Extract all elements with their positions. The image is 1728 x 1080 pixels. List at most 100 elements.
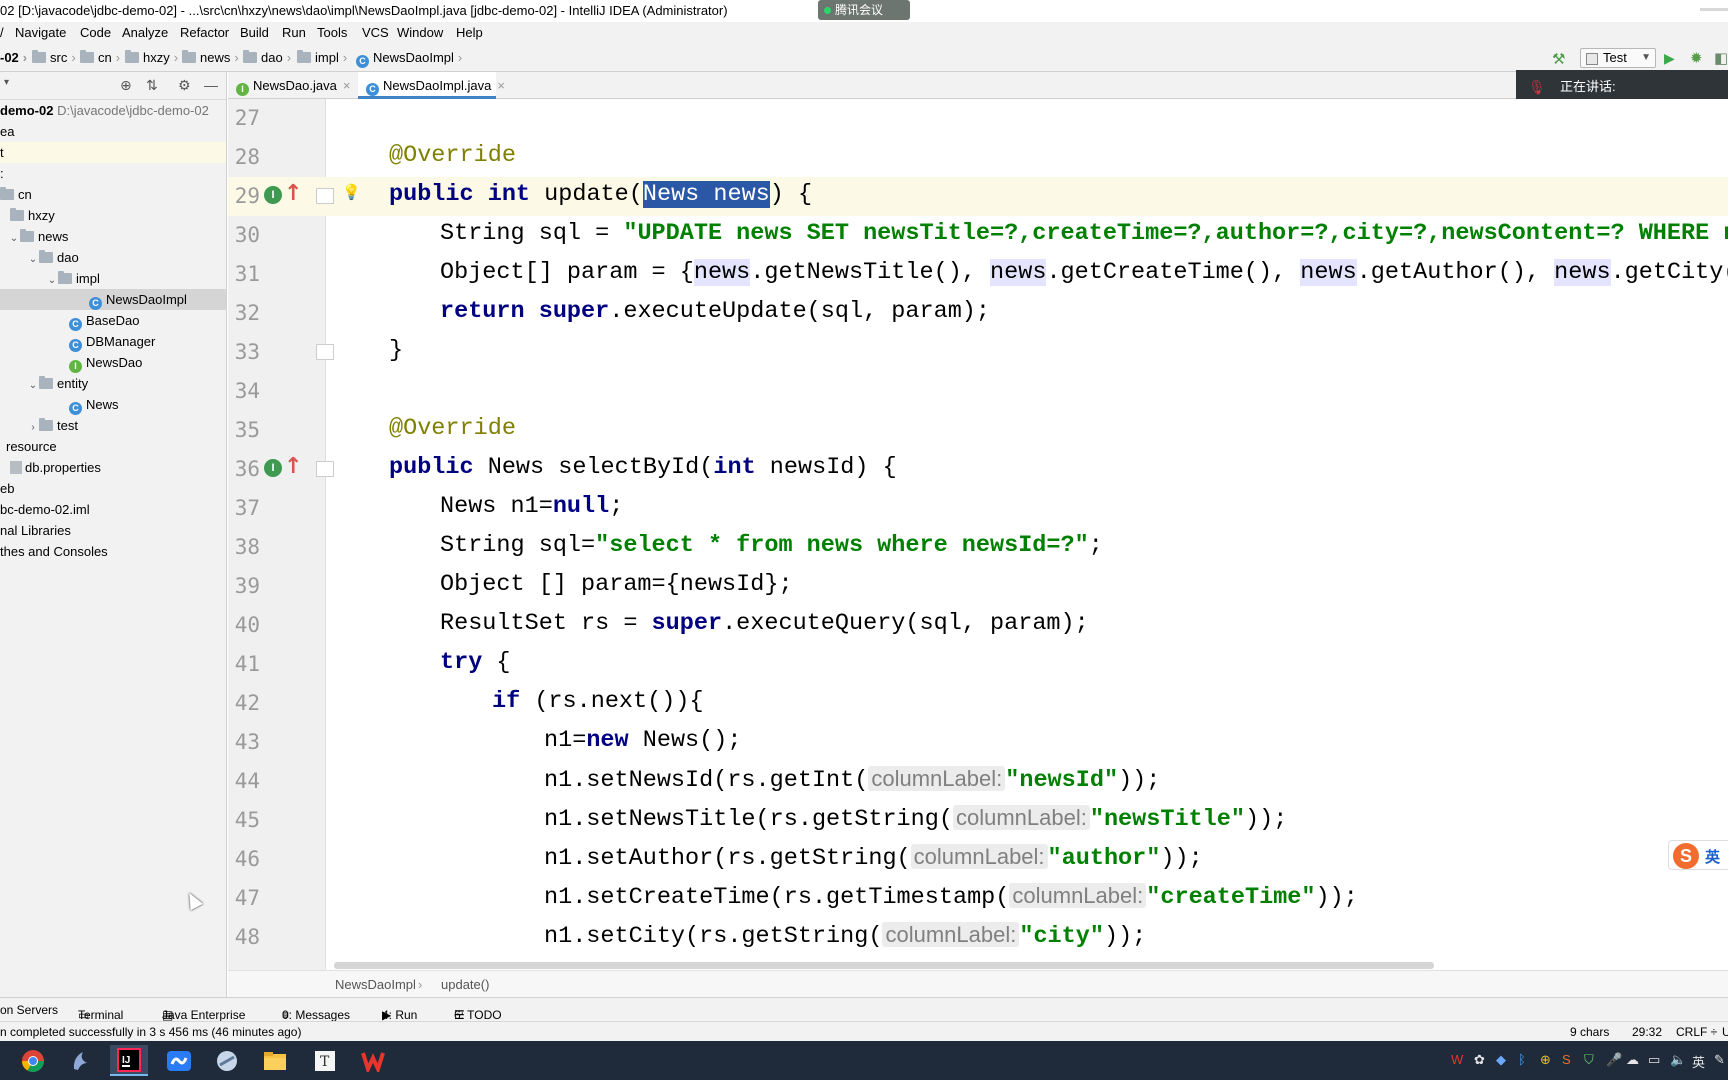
code-line-36[interactable]: 36 I ↑ public News selectById(int newsId) {: [228, 450, 1728, 489]
code-line-43[interactable]: 43 n1=new News();: [228, 723, 1728, 762]
tree-item-iml[interactable]: bc-demo-02.iml: [0, 499, 226, 520]
tree-item-newsdao[interactable]: I NewsDao: [0, 352, 226, 373]
wps-tray-icon[interactable]: W: [1451, 1052, 1463, 1067]
sogou-ime-widget[interactable]: S英: [1668, 840, 1728, 870]
gear-icon[interactable]: ⚙: [178, 77, 191, 94]
menu-tools[interactable]: Tools: [317, 25, 347, 40]
fold-marker-icon[interactable]: [316, 188, 334, 204]
text-editor-icon[interactable]: T: [306, 1045, 344, 1076]
minimize-icon[interactable]: [1700, 8, 1728, 11]
chrome-icon[interactable]: [14, 1045, 52, 1076]
tray-plus-icon[interactable]: ⊕: [1540, 1052, 1551, 1068]
breadcrumb-method[interactable]: update(): [441, 977, 489, 992]
tree-item-impl[interactable]: ⌄ impl: [0, 268, 226, 291]
file-explorer-icon[interactable]: [256, 1045, 294, 1076]
intellij-idea-icon[interactable]: IJ: [110, 1045, 148, 1076]
crumb-newsdaoimpl[interactable]: C NewsDaoImpl ›: [356, 50, 462, 68]
security-shield-icon[interactable]: ⛉: [1584, 1052, 1594, 1068]
code-editor[interactable]: 27 28 @Override 29 I ↑ 💡 public int update(Ne…: [228, 99, 1728, 970]
run-icon[interactable]: ▶: [1664, 50, 1675, 67]
dolphin-app-icon[interactable]: [62, 1045, 100, 1076]
code-line-32[interactable]: 32 return super.executeUpdate(sql, param)…: [228, 294, 1728, 333]
menu-window[interactable]: Window: [397, 25, 443, 40]
menu-run[interactable]: Run: [282, 25, 306, 40]
code-line-28[interactable]: 28 @Override: [228, 138, 1728, 177]
fold-marker-icon[interactable]: [316, 461, 334, 477]
code-line-37[interactable]: 37 News n1=null;: [228, 489, 1728, 528]
microphone-icon[interactable]: 🎤: [1606, 1052, 1622, 1068]
code-line-39[interactable]: 39 Object [] param={newsId};: [228, 567, 1728, 606]
chevron-down-icon[interactable]: ▾: [4, 77, 9, 88]
debug-icon[interactable]: ✹: [1690, 49, 1703, 67]
network-icon[interactable]: ▭: [1648, 1052, 1660, 1068]
horizontal-scrollbar[interactable]: [334, 962, 1434, 969]
wps-office-icon[interactable]: [354, 1045, 392, 1076]
caret-position[interactable]: 29:32: [1632, 1025, 1662, 1039]
crumb-src[interactable]: src ›: [32, 50, 76, 65]
menu-refactor[interactable]: Refactor: [180, 25, 229, 40]
tree-item-entity[interactable]: ⌄ entity: [0, 373, 226, 396]
implements-method-icon[interactable]: I: [264, 459, 282, 477]
windows-ink-icon[interactable]: ✎: [1714, 1052, 1725, 1068]
chevron-down-icon[interactable]: ⌄: [8, 228, 20, 249]
file-encoding[interactable]: U: [1722, 1025, 1728, 1039]
tencent-tray-icon[interactable]: ◆: [1496, 1052, 1506, 1068]
tree-item-hxzy[interactable]: hxzy: [0, 205, 226, 226]
collapse-icon[interactable]: ⇅: [146, 77, 158, 94]
crumb-impl[interactable]: impl ›: [297, 50, 347, 65]
chevron-right-icon[interactable]: ›: [27, 417, 39, 438]
menu-code[interactable]: Code: [80, 25, 111, 40]
tencent-meeting-icon[interactable]: [160, 1045, 198, 1076]
tree-item-db-properties[interactable]: db.properties: [0, 457, 226, 478]
line-separator[interactable]: CRLF ÷: [1676, 1025, 1717, 1039]
run-configuration-select[interactable]: Test ▼: [1580, 48, 1656, 68]
code-line-48[interactable]: 48 n1.setCity(rs.getString(columnLabel: "c…: [228, 918, 1728, 957]
cloud-icon[interactable]: ☁: [1626, 1052, 1639, 1068]
chevron-down-icon[interactable]: ⌄: [27, 375, 39, 396]
close-icon[interactable]: ×: [497, 78, 505, 93]
coverage-icon[interactable]: ◧: [1714, 49, 1728, 67]
menu-navigate[interactable]: Navigate: [15, 25, 66, 40]
code-line-41[interactable]: 41 try {: [228, 645, 1728, 684]
code-line-33[interactable]: 33}: [228, 333, 1728, 372]
code-line-44[interactable]: 44 n1.setNewsId(rs.getInt(columnLabel: "ne…: [228, 762, 1728, 801]
tree-item-test[interactable]: › test: [0, 415, 226, 438]
lightbulb-icon[interactable]: 💡: [342, 183, 361, 202]
tree-item-resource[interactable]: resource: [0, 436, 226, 457]
code-line-47[interactable]: 47 n1.setCreateTime(rs.getTimestamp(colum…: [228, 879, 1728, 918]
tray-app-icon[interactable]: ✿: [1474, 1052, 1485, 1068]
menu-analyze[interactable]: Analyze: [122, 25, 168, 40]
tree-item-news-class[interactable]: C News: [0, 394, 226, 415]
tree-item-cn[interactable]: cn: [0, 184, 226, 205]
tree-item-src[interactable]: :: [0, 163, 226, 184]
code-line-29[interactable]: 29 I ↑ 💡 public int update(News news) {: [228, 177, 1728, 216]
locate-icon[interactable]: ⊕: [120, 77, 132, 94]
tree-item-dbmanager[interactable]: C DBManager: [0, 331, 226, 352]
code-line-38[interactable]: 38 String sql="select * from news where n…: [228, 528, 1728, 567]
chevron-down-icon[interactable]: ⌄: [27, 249, 39, 270]
bluetooth-icon[interactable]: ᛒ: [1518, 1052, 1526, 1067]
code-line-27[interactable]: 27: [228, 99, 1728, 138]
implements-method-icon[interactable]: I: [264, 186, 282, 204]
tree-item-news[interactable]: ⌄ news: [0, 226, 226, 249]
fold-marker-icon[interactable]: [316, 344, 334, 360]
close-icon[interactable]: ×: [343, 78, 351, 93]
code-line-31[interactable]: 31 Object[] param = {news.getNewsTitle(),…: [228, 255, 1728, 294]
code-line-42[interactable]: 42 if (rs.next()){: [228, 684, 1728, 723]
tree-item-external-libraries[interactable]: nal Libraries: [0, 520, 226, 541]
breadcrumb-class[interactable]: NewsDaoImpl: [335, 977, 416, 992]
crumb-hxzy[interactable]: hxzy ›: [125, 50, 178, 65]
tree-item-out[interactable]: t: [0, 142, 226, 163]
chevron-down-icon[interactable]: ⌄: [46, 270, 58, 291]
code-line-46[interactable]: 46 n1.setAuthor(rs.getString(columnLabel:…: [228, 840, 1728, 879]
game-app-icon[interactable]: [208, 1045, 246, 1076]
tool-app-servers[interactable]: on Servers: [0, 1003, 58, 1017]
menu-view[interactable]: /: [0, 25, 4, 40]
code-line-40[interactable]: 40 ResultSet rs = super.executeQuery(sql,…: [228, 606, 1728, 645]
menu-vcs[interactable]: VCS: [362, 25, 389, 40]
hide-icon[interactable]: —: [204, 77, 218, 93]
crumb-dao[interactable]: dao ›: [243, 50, 291, 65]
tree-item-scratches[interactable]: thes and Consoles: [0, 541, 226, 562]
tree-item-dao[interactable]: ⌄ dao: [0, 247, 226, 270]
status-message[interactable]: n completed successfully in 3 s 456 ms (…: [0, 1025, 301, 1039]
